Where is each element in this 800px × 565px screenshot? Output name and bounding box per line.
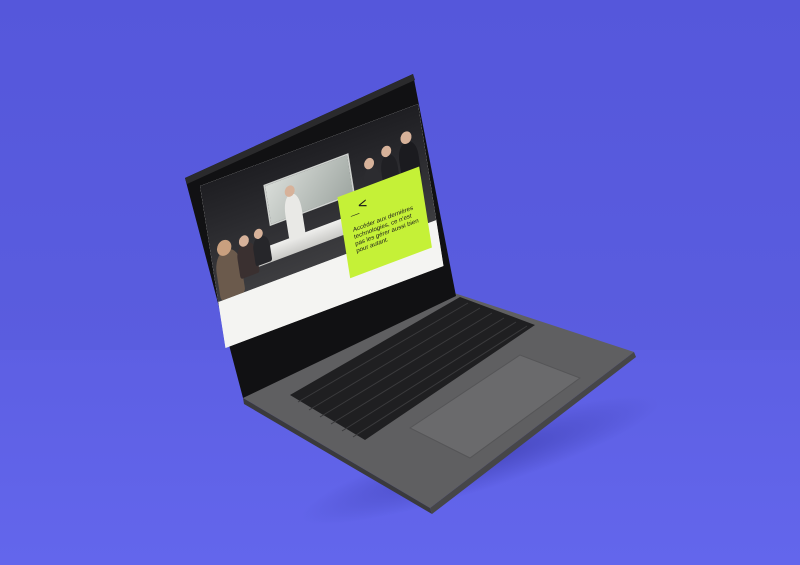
product-mockup-scene: _< Accéder aux dernières technologies, c…: [0, 0, 800, 565]
laptop: [185, 74, 636, 514]
callout-mark: _<: [348, 194, 369, 218]
